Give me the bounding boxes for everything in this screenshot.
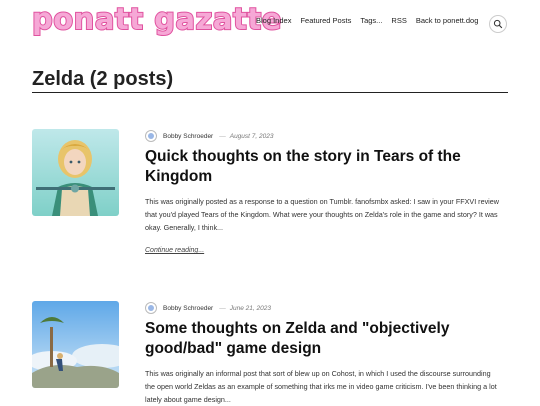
landscape-illustration xyxy=(32,301,119,388)
nav-tags[interactable]: Tags... xyxy=(360,16,382,25)
nav-featured-posts[interactable]: Featured Posts xyxy=(300,16,351,25)
post-date: June 21, 2023 xyxy=(229,304,271,312)
nav-back-to-ponett[interactable]: Back to ponett.dog xyxy=(416,16,479,25)
meta-separator: — xyxy=(219,132,226,140)
post-thumbnail[interactable] xyxy=(32,301,119,388)
post-excerpt: This was originally an informal post tha… xyxy=(145,369,497,404)
author-avatar xyxy=(145,130,157,142)
page-title: Zelda (2 posts) xyxy=(32,68,174,90)
continue-reading-link[interactable]: Continue reading... xyxy=(145,247,204,254)
search-icon xyxy=(493,19,503,29)
nav-rss[interactable]: RSS xyxy=(391,16,406,25)
search-button[interactable] xyxy=(489,15,507,33)
post-title-link[interactable]: Quick thoughts on the story in Tears of … xyxy=(145,147,495,187)
author-avatar xyxy=(145,302,157,314)
post-date: August 7, 2023 xyxy=(229,132,274,140)
post-meta: Bobby Schroeder — August 7, 2023 xyxy=(145,130,273,142)
main-nav: Blog Index Featured Posts Tags... RSS Ba… xyxy=(256,16,487,25)
post-meta: Bobby Schroeder — June 21, 2023 xyxy=(145,302,271,314)
meta-separator: — xyxy=(219,304,226,312)
post-thumbnail[interactable] xyxy=(32,129,119,216)
post-excerpt: This was originally posted as a response… xyxy=(145,197,499,232)
author-name[interactable]: Bobby Schroeder xyxy=(163,133,213,140)
post-title-link[interactable]: Some thoughts on Zelda and "objectively … xyxy=(145,319,495,359)
title-divider xyxy=(32,92,508,93)
site-header: ponatt gazatte Blog Index Featured Posts… xyxy=(0,0,540,50)
author-name[interactable]: Bobby Schroeder xyxy=(163,305,213,312)
zelda-illustration xyxy=(32,129,119,216)
site-logo[interactable]: ponatt gazatte xyxy=(31,1,282,37)
nav-blog-index[interactable]: Blog Index xyxy=(256,16,291,25)
